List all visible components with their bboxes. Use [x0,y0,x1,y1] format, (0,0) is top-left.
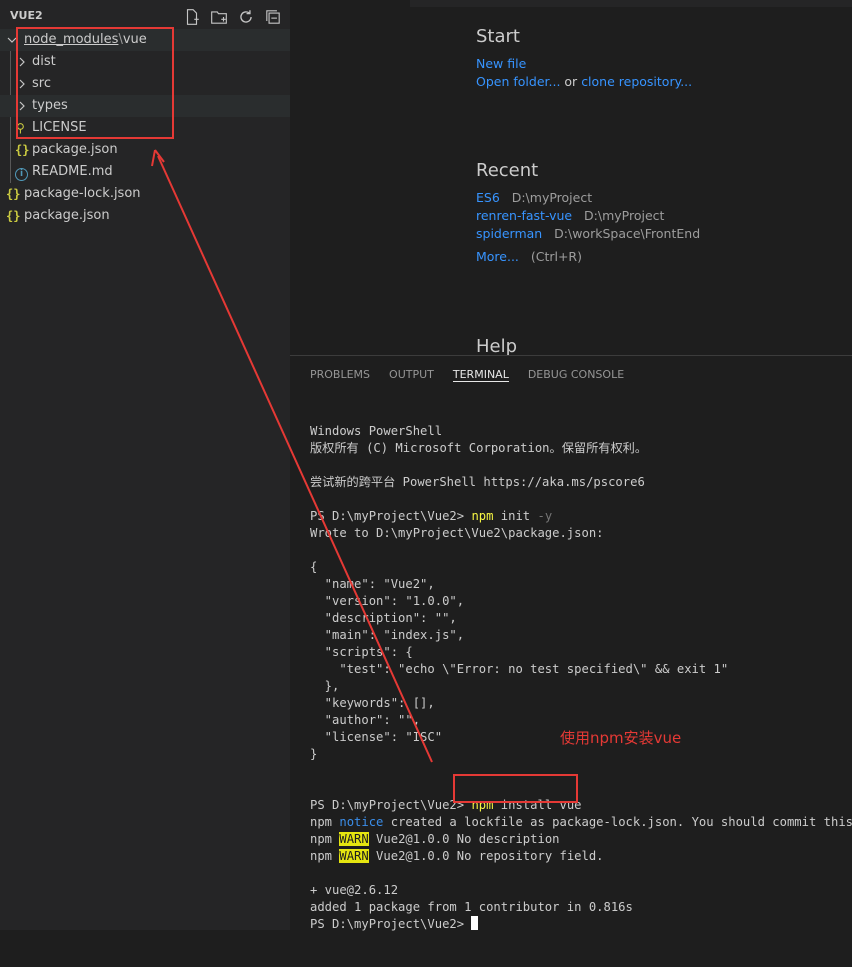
tab-debug-console[interactable]: DEBUG CONSOLE [528,368,624,390]
explorer-header: VUE2 [0,6,290,28]
annotation-highlight-box [16,27,174,139]
or-text: or [564,74,578,89]
new-file-link[interactable]: New file [476,56,526,71]
terminal-output[interactable]: Windows PowerShell 版权所有 (C) Microsoft Cor… [310,406,852,967]
json-line: "test": "echo \"Error: no test specified… [310,662,729,676]
help-heading: Help [476,336,518,355]
tree-item-label: package.json [24,208,110,223]
tree-item-readme[interactable]: i README.md [0,161,290,183]
panel-tabs: PROBLEMS OUTPUT TERMINAL DEBUG CONSOLE [310,368,643,390]
tree-item-package-json[interactable]: {} package.json [0,139,290,161]
recent-item-link[interactable]: spiderman [476,226,542,241]
terminal-line: added 1 package from 1 contributor in 0.… [310,900,633,914]
json-line: "name": "Vue2", [310,577,435,591]
more-recent-link[interactable]: More... [476,249,519,264]
more-shortcut: (Ctrl+R) [530,249,582,264]
terminal-prompt-line: PS D:\myProject\Vue2> [310,916,852,933]
terminal-line: Windows PowerShell [310,424,443,438]
json-line: "description": "", [310,611,457,625]
tree-item-label: package-lock.json [24,186,141,201]
json-icon: {} [6,209,21,223]
json-line: "main": "index.js", [310,628,465,642]
tab-output[interactable]: OUTPUT [389,368,434,390]
explorer-sidebar: VUE2 node_modules\vue dist src types ⚲ L… [0,0,290,930]
recent-item-path: D:\myProject [584,208,665,223]
editor-top-strip [410,0,852,7]
info-icon: i [15,161,28,183]
terminal-command-line: PS D:\myProject\Vue2> npm init -y [310,509,553,523]
terminal-line: 尝试新的跨平台 PowerShell https://aka.ms/pscore… [310,475,645,489]
terminal-line: Wrote to D:\myProject\Vue2\package.json: [310,526,604,540]
collapse-all-icon[interactable] [264,8,284,26]
terminal-cursor [471,916,479,930]
terminal-warn-line: npm WARN Vue2@1.0.0 No repository field. [310,849,604,863]
annotation-highlight-box [453,774,578,803]
recent-item-link[interactable]: ES6 [476,190,500,205]
json-line: "keywords": [], [310,696,435,710]
terminal-notice-line: npm notice created a lockfile as package… [310,815,852,829]
recent-item-path: D:\myProject [511,190,593,205]
tab-problems[interactable]: PROBLEMS [310,368,370,390]
start-heading: Start [476,26,520,47]
tree-item-label: README.md [32,164,113,179]
terminal-line: 版权所有 (C) Microsoft Corporation。保留所有权利。 [310,441,648,455]
tree-item-label: package.json [32,142,118,157]
terminal-line: + vue@2.6.12 [310,883,399,897]
json-line: { [310,560,318,574]
json-line: } [310,747,318,761]
tab-terminal[interactable]: TERMINAL [452,368,509,382]
bottom-panel: PROBLEMS OUTPUT TERMINAL DEBUG CONSOLE W… [290,355,852,931]
tree-item-package-lock-json[interactable]: {} package-lock.json [0,183,290,205]
recent-heading: Recent [476,160,539,181]
recent-item-link[interactable]: renren-fast-vue [476,208,572,223]
explorer-title[interactable]: VUE2 [10,9,43,22]
json-icon: {} [6,187,21,201]
welcome-editor: Start New file Open folder... or clone r… [290,0,852,355]
recent-item-path: D:\workSpace\FrontEnd [554,226,701,241]
json-icon: {} [15,143,30,157]
json-line: }, [310,679,340,693]
json-line: "scripts": { [310,645,413,659]
tree-item-root-package-json[interactable]: {} package.json [0,205,290,227]
terminal-warn-line: npm WARN Vue2@1.0.0 No description [310,832,560,846]
refresh-icon[interactable] [237,8,257,26]
annotation-label: 使用npm安装vue [560,729,682,747]
clone-repository-link[interactable]: clone repository... [581,74,692,89]
json-line: "version": "1.0.0", [310,594,465,608]
open-folder-link[interactable]: Open folder... [476,74,560,89]
new-folder-icon[interactable] [210,8,230,26]
terminal-command-line: PS D:\myProject\Vue2> npm install vue [310,798,582,812]
new-file-icon[interactable] [183,8,203,26]
